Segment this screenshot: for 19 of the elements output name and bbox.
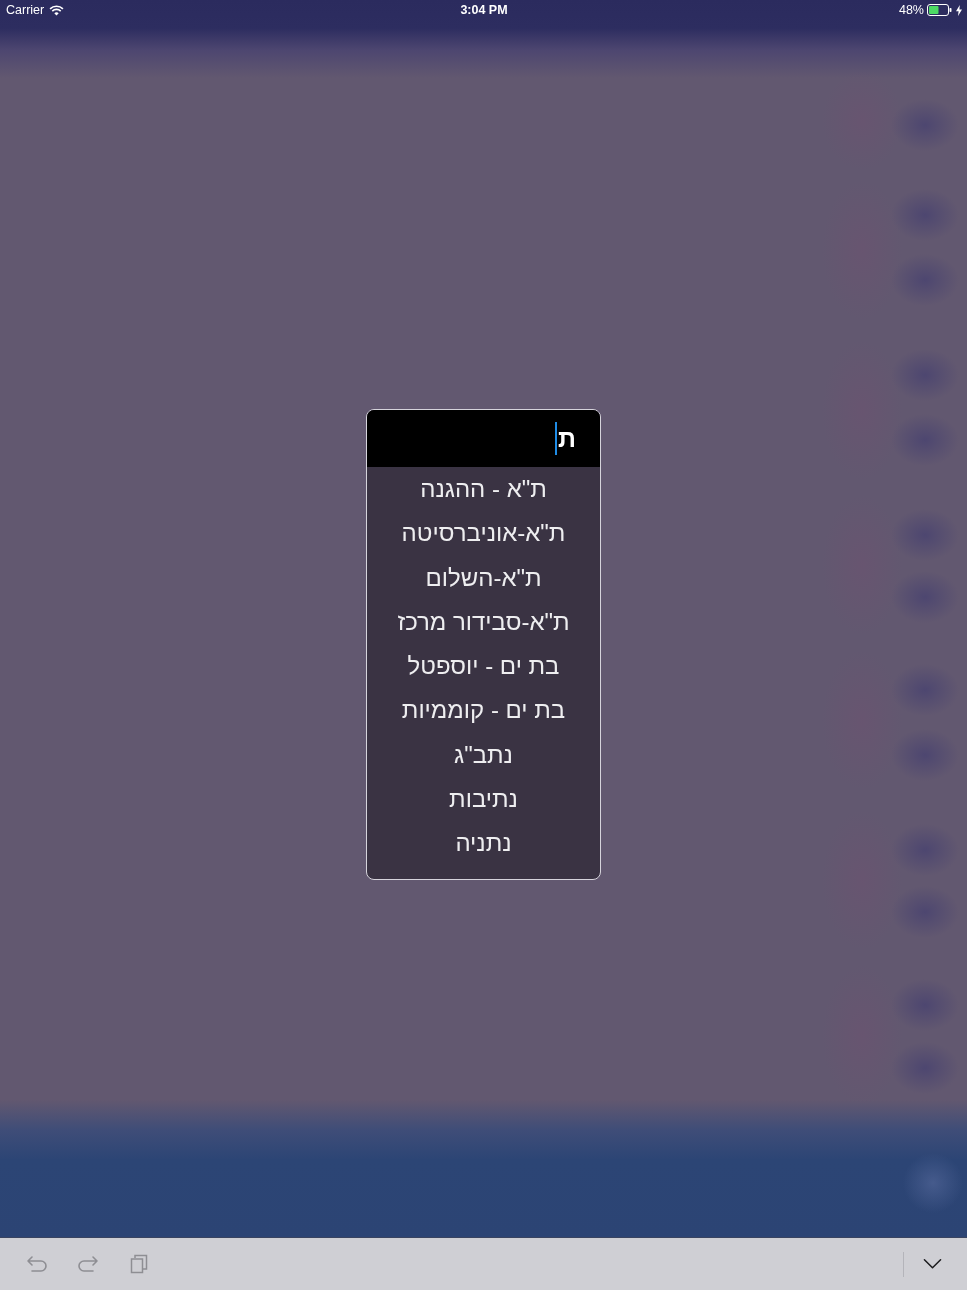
redo-icon[interactable]: [77, 1254, 99, 1274]
suggestion-item[interactable]: ת"א-השלום: [367, 555, 600, 600]
suggestion-item[interactable]: נתיבות: [367, 777, 600, 822]
clipboard-icon[interactable]: [130, 1254, 148, 1274]
suggestion-item[interactable]: נתב"ג: [367, 732, 600, 778]
clock-time: 3:04 PM: [460, 2, 508, 18]
suggestion-item[interactable]: בת ים - קוממיות: [367, 688, 600, 733]
search-field[interactable]: ת: [367, 410, 600, 467]
wifi-icon: [49, 4, 65, 16]
battery-percent: 48%: [898, 2, 924, 18]
undo-icon[interactable]: [26, 1254, 48, 1274]
battery-icon: [927, 4, 952, 16]
suggestion-item[interactable]: נתניה: [367, 821, 600, 866]
suggestion-item[interactable]: ת"א-סבידור מרכז: [367, 599, 600, 645]
suggestion-item[interactable]: ת"א - ההגנה: [367, 467, 600, 512]
suggestion-item[interactable]: בת ים - יוספטל: [367, 644, 600, 689]
suggestion-item[interactable]: ת"א-אוניברסיטה: [367, 511, 600, 556]
carrier-label: Carrier: [6, 2, 45, 18]
chevron-down-icon[interactable]: [923, 1258, 942, 1270]
